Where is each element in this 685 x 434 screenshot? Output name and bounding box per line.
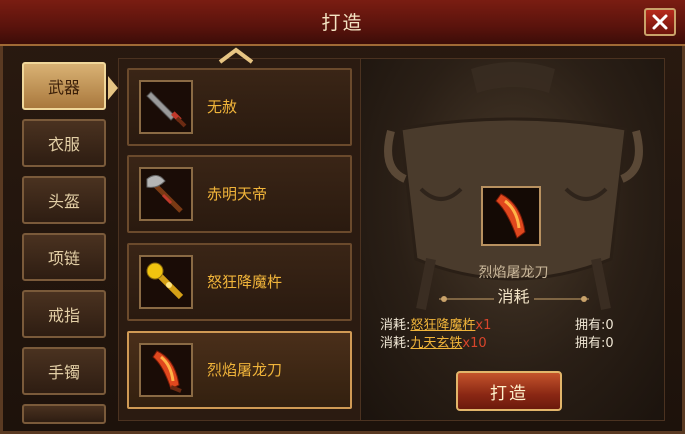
crafting-area: 烈焰屠龙刀 消耗 消耗:怒狂降魔杵x1 拥有:0 消耗:九天玄铁x10 拥有:0… (360, 58, 665, 421)
product-slot[interactable] (481, 186, 541, 246)
tab-helmet[interactable]: 头盔 (22, 176, 106, 224)
requirement-row: 消耗:怒狂降魔杵x1 (380, 314, 491, 333)
tab-necklace[interactable]: 项链 (22, 233, 106, 281)
tab-more[interactable] (22, 404, 106, 424)
craft-button[interactable]: 打造 (456, 371, 562, 411)
scroll-up-arrow-icon[interactable] (216, 46, 256, 64)
tab-label: 戒指 (47, 306, 80, 325)
tab-label: 衣服 (47, 135, 80, 154)
flame-blade-icon (483, 188, 539, 244)
requirement-count: x1 (475, 318, 492, 333)
close-button[interactable] (644, 8, 676, 36)
tab-label: 项链 (47, 249, 80, 268)
tab-ring[interactable]: 戒指 (22, 290, 106, 338)
list-item[interactable]: 赤明天帝 (127, 155, 352, 233)
owned-count: 拥有:0 (575, 318, 614, 333)
pestle-icon (139, 255, 193, 309)
flame-blade-icon (139, 343, 193, 397)
list-item[interactable]: 怒狂降魔杵 (127, 243, 352, 321)
item-name: 怒狂降魔杵 (207, 273, 283, 291)
product-name: 烈焰屠龙刀 (478, 265, 549, 281)
tab-weapon[interactable]: 武器 (22, 62, 118, 110)
owned-count: 拥有:0 (575, 336, 614, 351)
tab-clothes[interactable]: 衣服 (22, 119, 106, 167)
requirement-label: 消耗: (380, 318, 411, 333)
requirement-row: 消耗:九天玄铁x10 (380, 332, 487, 351)
active-tab-arrow-icon (108, 76, 118, 100)
close-icon (652, 14, 668, 30)
requirement-count: x10 (462, 336, 487, 351)
window-title: 打造 (321, 12, 364, 34)
list-item[interactable]: 烈焰屠龙刀 (127, 331, 352, 409)
tab-label: 手镯 (47, 363, 80, 382)
requirement-label: 消耗: (380, 336, 411, 351)
item-name: 赤明天帝 (207, 185, 268, 203)
tab-label: 武器 (47, 78, 80, 97)
list-item[interactable]: 无赦 (127, 68, 352, 146)
item-name: 烈焰屠龙刀 (207, 361, 283, 379)
tab-bracelet[interactable]: 手镯 (22, 347, 106, 395)
category-tabs: 武器 衣服 头盔 项链 戒指 手镯 (22, 62, 118, 433)
craft-button-label: 打造 (490, 383, 528, 404)
tab-label: 头盔 (47, 192, 80, 211)
title-bar: 打造 (0, 0, 685, 46)
consume-title: 消耗 (497, 287, 530, 306)
requirement-item-link[interactable]: 九天玄铁 (410, 336, 462, 351)
requirement-item-link[interactable]: 怒狂降魔杵 (410, 318, 475, 333)
sword-icon (139, 80, 193, 134)
item-name: 无赦 (207, 98, 238, 116)
axe-icon (139, 167, 193, 221)
